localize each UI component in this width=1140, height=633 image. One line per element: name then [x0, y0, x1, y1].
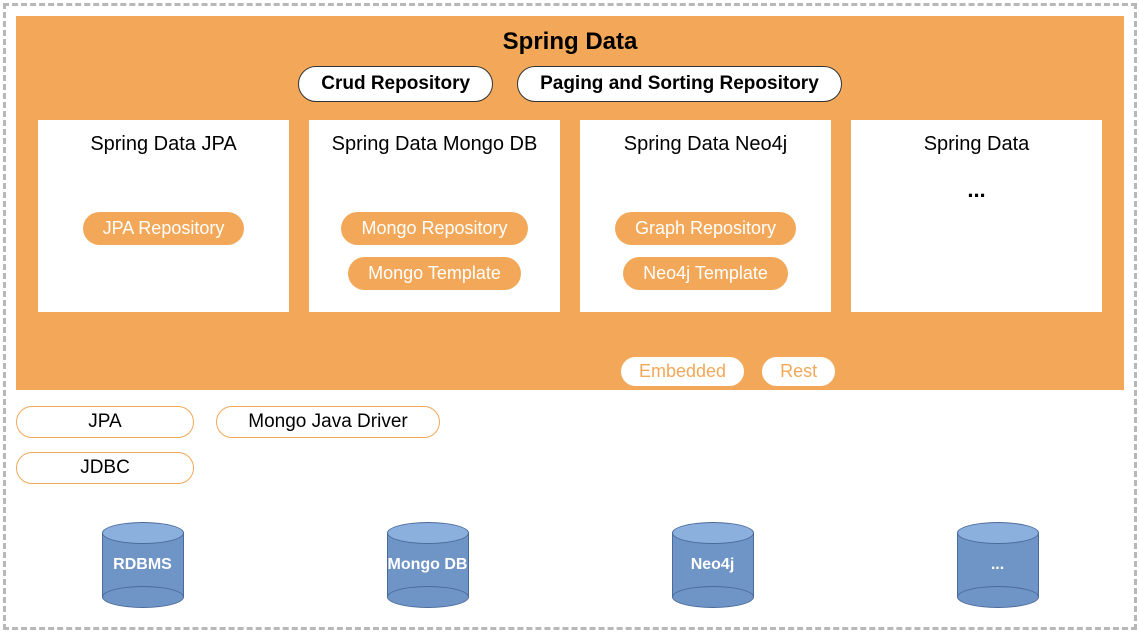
neo4j-rest-pill: Rest	[761, 356, 836, 387]
cylinder-icon: Neo4j	[672, 522, 754, 608]
module-more-ellipsis: ...	[865, 177, 1088, 203]
module-spring-data-neo4j: Spring Data Neo4j Graph Repository Neo4j…	[580, 120, 831, 312]
cylinder-icon: ...	[957, 522, 1039, 608]
cylinder-icon: Mongo DB	[387, 522, 469, 608]
jdbc-driver-pill: JDBC	[16, 452, 194, 484]
neo4j-template-pill: Neo4j Template	[623, 257, 788, 290]
spring-data-title: Spring Data	[38, 28, 1102, 56]
mongo-repository-pill: Mongo Repository	[341, 212, 527, 245]
db-label-more: ...	[937, 556, 1059, 574]
module-spring-data-more: Spring Data ...	[851, 120, 1102, 312]
db-slot-mongodb: Mongo DB	[285, 522, 570, 622]
module-title-neo4j: Spring Data Neo4j	[594, 132, 817, 182]
spring-data-container: Spring Data Crud Repository Paging and S…	[16, 16, 1124, 390]
db-slot-more: ...	[855, 522, 1140, 622]
neo4j-embedded-pill: Embedded	[620, 356, 745, 387]
module-title-mongo: Spring Data Mongo DB	[323, 132, 546, 182]
db-label-rdbms: RDBMS	[82, 556, 204, 574]
neo4j-transport-row: Embedded Rest	[620, 356, 836, 387]
mongo-template-pill: Mongo Template	[348, 257, 521, 290]
cylinder-icon: RDBMS	[102, 522, 184, 608]
database-row: RDBMS Mongo DB Neo4j ...	[0, 522, 1140, 622]
graph-repository-pill: Graph Repository	[615, 212, 796, 245]
modules-row: Spring Data JPA JPA Repository Spring Da…	[38, 120, 1102, 312]
db-label-neo4j: Neo4j	[652, 556, 774, 574]
crud-repository-pill: Crud Repository	[298, 66, 493, 102]
module-spring-data-mongodb: Spring Data Mongo DB Mongo Repository Mo…	[309, 120, 560, 312]
db-slot-rdbms: RDBMS	[0, 522, 285, 622]
module-title-more: Spring Data	[865, 132, 1088, 157]
db-slot-neo4j: Neo4j	[570, 522, 855, 622]
module-spring-data-jpa: Spring Data JPA JPA Repository	[38, 120, 289, 312]
mongo-java-driver-pill: Mongo Java Driver	[216, 406, 440, 438]
jpa-driver-pill: JPA	[16, 406, 194, 438]
jpa-repository-pill: JPA Repository	[83, 212, 245, 245]
module-title-jpa: Spring Data JPA	[52, 132, 275, 182]
top-repositories-row: Crud Repository Paging and Sorting Repos…	[38, 66, 1102, 102]
db-label-mongodb: Mongo DB	[367, 556, 489, 574]
paging-sorting-repository-pill: Paging and Sorting Repository	[517, 66, 842, 102]
driver-pills: JPA Mongo Java Driver JDBC	[16, 406, 194, 484]
